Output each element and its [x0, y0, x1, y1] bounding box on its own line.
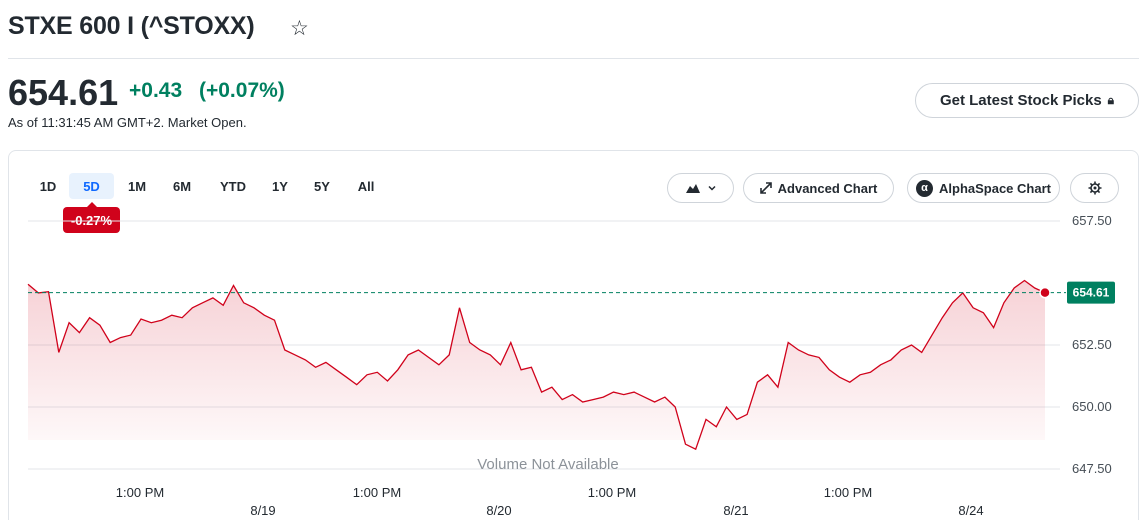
x-date-label: 8/20	[486, 503, 511, 518]
y-tick-label: 650.00	[1072, 399, 1112, 414]
current-price-tag-text: 654.61	[1073, 286, 1110, 300]
x-time-label: 1:00 PM	[824, 485, 872, 500]
price-area-fill	[28, 280, 1045, 450]
y-tick-label: 657.50	[1072, 213, 1112, 228]
x-time-label: 1:00 PM	[116, 485, 164, 500]
y-tick-label: 652.50	[1072, 337, 1112, 352]
y-axis-ticks: 657.50 652.50 650.00 647.50	[1072, 213, 1112, 476]
volume-note: Volume Not Available	[477, 456, 618, 473]
x-time-label: 1:00 PM	[588, 485, 636, 500]
current-price-tag: 654.61	[1067, 281, 1115, 304]
last-price-dot	[1039, 286, 1051, 299]
x-date-label: 8/21	[723, 503, 748, 518]
x-date-label: 8/19	[250, 503, 275, 518]
price-chart[interactable]: 657.50 652.50 650.00 647.50 654.61 Volume N…	[0, 0, 1141, 520]
x-time-label: 1:00 PM	[353, 485, 401, 500]
y-tick-label: 647.50	[1072, 461, 1112, 476]
x-date-label: 8/24	[958, 503, 983, 518]
